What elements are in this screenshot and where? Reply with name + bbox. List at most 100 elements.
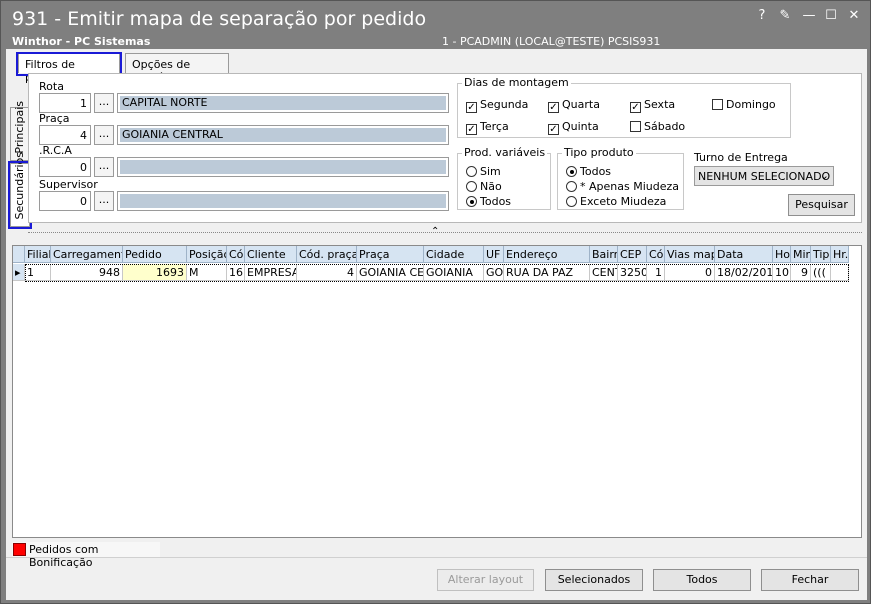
- turno-select[interactable]: NENHUM SELECIONADO ⌄: [694, 166, 834, 186]
- radio-exceto-miudeza[interactable]: Exceto Miudeza: [566, 195, 666, 208]
- checkbox-quinta[interactable]: ✓ Quinta: [548, 120, 599, 135]
- checkbox-label: Segunda: [480, 98, 529, 111]
- column-header-posicao[interactable]: Posição: [187, 246, 227, 263]
- table-cell[interactable]: 10: [773, 264, 791, 281]
- table-cell[interactable]: 18/02/2019: [715, 264, 773, 281]
- radio-label: Todos: [480, 195, 512, 208]
- radio-apenas-miudeza[interactable]: * Apenas Miudeza: [566, 180, 679, 193]
- praca-desc-text: GOIANIA CENTRAL: [120, 128, 446, 142]
- table-cell[interactable]: GO: [484, 264, 504, 281]
- supervisor-lookup-button[interactable]: ...: [94, 191, 114, 211]
- rota-label: Rota: [39, 80, 64, 93]
- pesquisar-button[interactable]: Pesquisar: [788, 194, 855, 216]
- table-cell[interactable]: 0: [665, 264, 715, 281]
- checkbox-sabado[interactable]: Sábado: [630, 120, 685, 133]
- column-header-data[interactable]: Data: [715, 246, 773, 263]
- filter-panel: Rota 1 ... CAPITAL NORTE Praça 4 ... GOI…: [28, 73, 862, 223]
- checkbox-terca[interactable]: ✓ Terça: [466, 120, 509, 135]
- todos-button[interactable]: Todos: [653, 569, 751, 591]
- table-cell[interactable]: 3250: [618, 264, 647, 281]
- table-cell[interactable]: RUA DA PAZ: [504, 264, 590, 281]
- results-grid: ▸Filial1Carregamento948Pedido1693Posição…: [12, 245, 862, 538]
- table-cell[interactable]: [831, 264, 849, 281]
- checkbox-box: ✓: [548, 102, 559, 113]
- close-icon[interactable]: ✕: [846, 8, 862, 24]
- column-header-hr[interactable]: Hr.: [831, 246, 849, 263]
- column-header-endereco[interactable]: Endereço: [504, 246, 590, 263]
- radio-tipo-todos[interactable]: Todos: [566, 165, 611, 178]
- radio-circle: [466, 196, 477, 207]
- radio-label: Todos: [580, 165, 612, 178]
- table-cell[interactable]: 16: [227, 264, 245, 281]
- column-header-cod-praca[interactable]: Cód. praça: [297, 246, 357, 263]
- column-header-bairro[interactable]: Bairr: [590, 246, 618, 263]
- praca-input[interactable]: 4: [39, 125, 91, 145]
- table-cell[interactable]: 1: [647, 264, 665, 281]
- column-header-filial[interactable]: Filial: [25, 246, 51, 263]
- table-cell[interactable]: 4: [297, 264, 357, 281]
- grid-header-indicator: [13, 246, 25, 263]
- chevron-down-icon: ⌄: [819, 169, 829, 182]
- supervisor-label: Supervisor: [39, 178, 98, 191]
- column-header-min[interactable]: Min: [791, 246, 811, 263]
- window-title: 931 - Emitir mapa de separação por pedid…: [12, 8, 427, 30]
- fechar-button[interactable]: Fechar: [761, 569, 859, 591]
- tipo-produto-title: Tipo produto: [562, 146, 636, 159]
- column-header-cep[interactable]: CEP: [618, 246, 647, 263]
- table-cell[interactable]: GOIANIA CEN: [357, 264, 424, 281]
- column-header-uf[interactable]: UF: [484, 246, 504, 263]
- user-info: 1 - PCADMIN (LOCAL@TESTE) PCSIS931: [442, 35, 661, 48]
- chevron-up-icon[interactable]: ⌃: [431, 226, 439, 237]
- column-header-cod[interactable]: Cód: [227, 246, 245, 263]
- edit-icon[interactable]: ✎: [777, 8, 793, 24]
- radio-todos[interactable]: Todos: [466, 195, 511, 208]
- rca-input[interactable]: 0: [39, 157, 91, 177]
- rota-input[interactable]: 1: [39, 93, 91, 113]
- checkbox-label: Terça: [480, 120, 509, 133]
- checkbox-segunda[interactable]: ✓ Segunda: [466, 98, 528, 113]
- app-window: 931 - Emitir mapa de separação por pedid…: [0, 0, 871, 604]
- table-cell[interactable]: CENT: [590, 264, 618, 281]
- table-cell[interactable]: 1: [25, 264, 51, 281]
- column-header-vias-mapa[interactable]: Vias mapa: [665, 246, 715, 263]
- column-header-pedido[interactable]: Pedido: [123, 246, 187, 263]
- radio-nao[interactable]: Não: [466, 180, 502, 193]
- table-cell[interactable]: EMPRESA: [245, 264, 297, 281]
- radio-label: Sim: [480, 165, 501, 178]
- praca-label: Praça: [39, 112, 70, 125]
- table-cell[interactable]: (((: [811, 264, 831, 281]
- radio-sim[interactable]: Sim: [466, 165, 501, 178]
- column-header-praca[interactable]: Praça: [357, 246, 424, 263]
- column-header-cod2[interactable]: Cód: [647, 246, 665, 263]
- radio-label: Exceto Miudeza: [580, 195, 667, 208]
- alterar-layout-button[interactable]: Alterar layout: [437, 569, 534, 591]
- table-cell[interactable]: GOIANIA: [424, 264, 484, 281]
- maximize-icon[interactable]: ☐: [823, 8, 839, 24]
- praca-lookup-button[interactable]: ...: [94, 125, 114, 145]
- table-cell[interactable]: 1693: [123, 264, 187, 281]
- tab-opcoes-relatorio[interactable]: Opções de relatório: [125, 53, 229, 84]
- column-header-cidade[interactable]: Cidade: [424, 246, 484, 263]
- checkbox-label: Sexta: [644, 98, 676, 111]
- rota-lookup-button[interactable]: ...: [94, 93, 114, 113]
- selecionados-button[interactable]: Selecionados: [545, 569, 643, 591]
- table-cell[interactable]: M: [187, 264, 227, 281]
- column-header-tipo[interactable]: Tip: [811, 246, 831, 263]
- table-cell[interactable]: 9: [791, 264, 811, 281]
- radio-label: * Apenas Miudeza: [580, 180, 679, 193]
- table-cell[interactable]: 948: [51, 264, 123, 281]
- column-header-carregamento[interactable]: Carregamento: [51, 246, 123, 263]
- rca-lookup-button[interactable]: ...: [94, 157, 114, 177]
- minimize-icon[interactable]: —: [801, 8, 817, 24]
- supervisor-input[interactable]: 0: [39, 191, 91, 211]
- checkbox-quarta[interactable]: ✓ Quarta: [548, 98, 600, 113]
- splitter[interactable]: [28, 232, 862, 234]
- column-header-cliente[interactable]: Cliente: [245, 246, 297, 263]
- checkbox-domingo[interactable]: Domingo: [712, 98, 776, 111]
- checkbox-sexta[interactable]: ✓ Sexta: [630, 98, 675, 113]
- column-header-hora[interactable]: Hor: [773, 246, 791, 263]
- rota-description: CAPITAL NORTE: [117, 93, 449, 113]
- legend-color-swatch: [13, 543, 26, 556]
- legend: Pedidos com Bonificação: [12, 542, 160, 569]
- help-icon[interactable]: ?: [754, 8, 770, 24]
